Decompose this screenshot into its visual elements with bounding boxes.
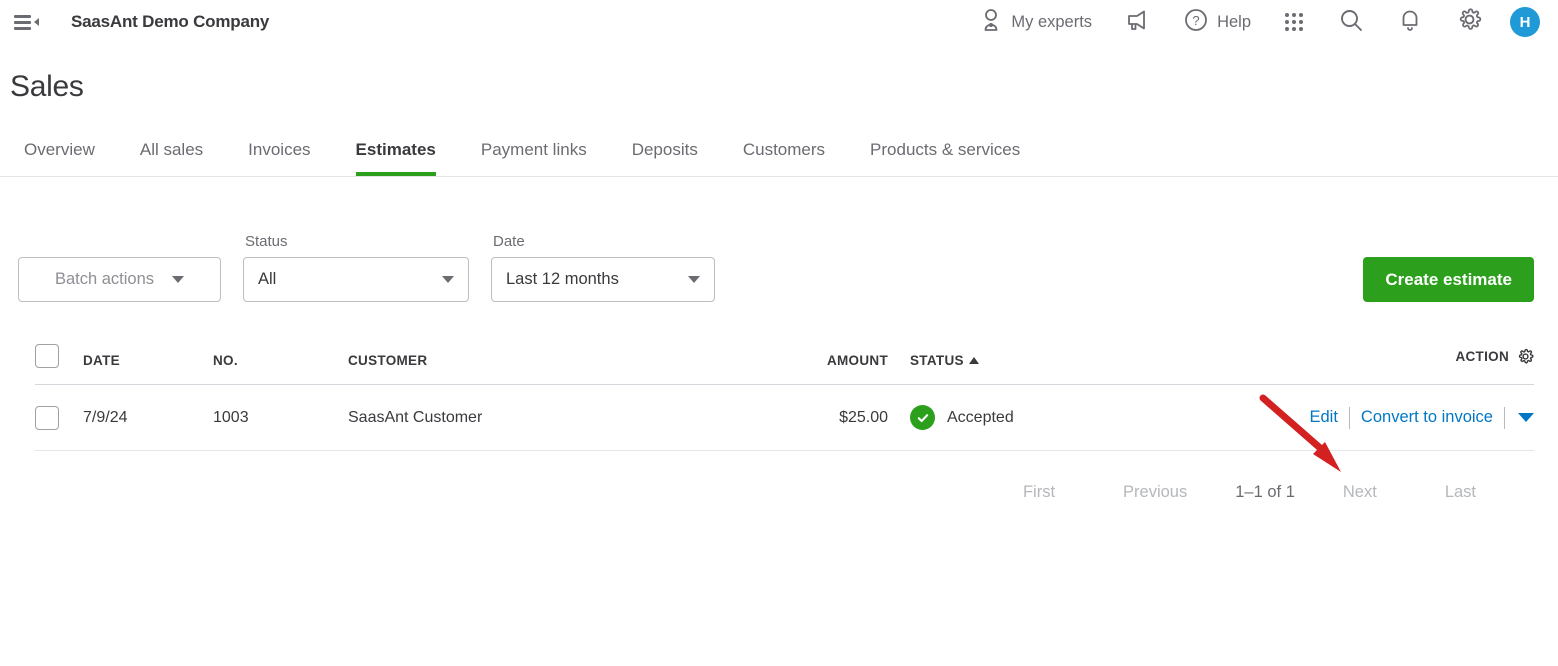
my-experts-button[interactable]: My experts <box>964 2 1108 43</box>
header-date[interactable]: DATE <box>83 344 213 385</box>
status-filter-label: Status <box>245 233 288 250</box>
batch-actions-dropdown[interactable]: Batch actions <box>18 257 221 302</box>
status-filter-value: All <box>258 270 277 288</box>
edit-link[interactable]: Edit <box>1298 408 1348 427</box>
cell-action: Edit Convert to invoice <box>1110 384 1534 451</box>
header-amount[interactable]: AMOUNT <box>678 344 888 385</box>
row-checkbox[interactable] <box>35 405 59 430</box>
estimates-table-container: DATE NO. CUSTOMER AMOUNT STATUS ACTION 7… <box>35 344 1534 451</box>
tab-products-services[interactable]: Products & services <box>870 140 1020 176</box>
megaphone-icon <box>1126 9 1150 36</box>
hamburger-collapse-icon[interactable] <box>10 11 43 34</box>
help-label: Help <box>1217 12 1251 31</box>
hamburger-bars <box>14 14 31 30</box>
tab-all-sales[interactable]: All sales <box>140 140 203 176</box>
top-bar-actions: My experts ? Help H <box>964 1 1540 43</box>
cell-no: 1003 <box>213 384 348 451</box>
chevron-down-icon <box>688 276 700 283</box>
header-status[interactable]: STATUS <box>888 344 1110 385</box>
bell-icon <box>1399 8 1421 37</box>
pagination-last[interactable]: Last <box>1411 483 1510 502</box>
batch-actions-field: Batch actions <box>18 233 221 302</box>
user-avatar[interactable]: H <box>1510 7 1540 37</box>
chevron-down-icon <box>172 276 185 283</box>
my-experts-label: My experts <box>1011 12 1093 31</box>
header-action: ACTION <box>1110 344 1534 385</box>
status-label: Accepted <box>947 408 1014 426</box>
sort-ascending-icon <box>968 357 979 364</box>
header-no[interactable]: NO. <box>213 344 348 385</box>
column-settings-gear-icon[interactable] <box>1517 348 1534 368</box>
action-divider <box>1504 406 1505 429</box>
announcements-button[interactable] <box>1108 3 1168 42</box>
company-name: SaasAnt Demo Company <box>71 12 270 31</box>
date-filter-dropdown[interactable]: Last 12 months <box>491 257 715 302</box>
question-circle-icon: ? <box>1184 8 1208 37</box>
status-badge: Accepted <box>910 405 1110 430</box>
filter-bar: Batch actions Status All Date Last 12 mo… <box>0 233 1558 302</box>
convert-to-invoice-link[interactable]: Convert to invoice <box>1350 408 1504 427</box>
batch-actions-spacer <box>18 233 221 250</box>
tab-payment-links[interactable]: Payment links <box>481 140 587 176</box>
pagination: First Previous 1–1 of 1 Next Last <box>0 483 1510 502</box>
cell-amount: $25.00 <box>678 384 888 451</box>
search-button[interactable] <box>1321 2 1381 43</box>
tab-overview[interactable]: Overview <box>24 140 95 176</box>
pagination-next[interactable]: Next <box>1309 483 1411 502</box>
search-icon <box>1339 8 1363 37</box>
select-all-header <box>35 344 83 385</box>
action-menu-chevron-down-icon[interactable] <box>1518 413 1534 422</box>
gear-icon <box>1457 7 1482 37</box>
pagination-count: 1–1 of 1 <box>1235 483 1295 501</box>
row-select-cell <box>35 384 83 451</box>
tab-invoices[interactable]: Invoices <box>248 140 310 176</box>
table-row[interactable]: 7/9/24 1003 SaasAnt Customer $25.00 Acce… <box>35 384 1534 451</box>
pagination-first[interactable]: First <box>989 483 1089 502</box>
settings-button[interactable] <box>1439 1 1500 43</box>
sales-tabs: Overview All sales Invoices Estimates Pa… <box>0 130 1558 177</box>
grid-apps-icon <box>1285 13 1303 31</box>
create-estimate-button[interactable]: Create estimate <box>1363 257 1534 302</box>
svg-text:?: ? <box>1192 13 1199 28</box>
header-status-label: STATUS <box>910 353 964 368</box>
chevron-down-icon <box>442 276 454 283</box>
status-filter-field: Status All <box>243 233 469 302</box>
header-customer[interactable]: CUSTOMER <box>348 344 678 385</box>
row-actions: Edit Convert to invoice <box>1110 406 1534 429</box>
notifications-button[interactable] <box>1381 2 1439 43</box>
apps-grid-button[interactable] <box>1267 7 1321 37</box>
pagination-previous[interactable]: Previous <box>1089 483 1221 502</box>
estimates-table: DATE NO. CUSTOMER AMOUNT STATUS ACTION 7… <box>35 344 1534 451</box>
person-expert-icon <box>980 8 1002 37</box>
status-filter-dropdown[interactable]: All <box>243 257 469 302</box>
help-button[interactable]: ? Help <box>1168 2 1267 43</box>
tab-estimates[interactable]: Estimates <box>355 140 436 176</box>
collapse-caret-icon <box>34 18 39 26</box>
table-header-row: DATE NO. CUSTOMER AMOUNT STATUS ACTION <box>35 344 1534 385</box>
date-filter-label: Date <box>493 233 525 250</box>
cell-status: Accepted <box>888 384 1110 451</box>
header-action-label: ACTION <box>1455 349 1509 364</box>
cell-customer: SaasAnt Customer <box>348 384 678 451</box>
batch-actions-label: Batch actions <box>54 270 155 288</box>
date-filter-value: Last 12 months <box>506 270 619 288</box>
tab-customers[interactable]: Customers <box>743 140 825 176</box>
tab-deposits[interactable]: Deposits <box>632 140 698 176</box>
table-body: 7/9/24 1003 SaasAnt Customer $25.00 Acce… <box>35 384 1534 451</box>
top-bar: SaasAnt Demo Company My experts ? Help H <box>0 0 1558 44</box>
date-filter-field: Date Last 12 months <box>491 233 715 302</box>
check-circle-icon <box>910 405 935 430</box>
page-title: Sales <box>10 70 84 103</box>
select-all-checkbox[interactable] <box>35 344 59 368</box>
table-head: DATE NO. CUSTOMER AMOUNT STATUS ACTION <box>35 344 1534 385</box>
cell-date: 7/9/24 <box>83 384 213 451</box>
